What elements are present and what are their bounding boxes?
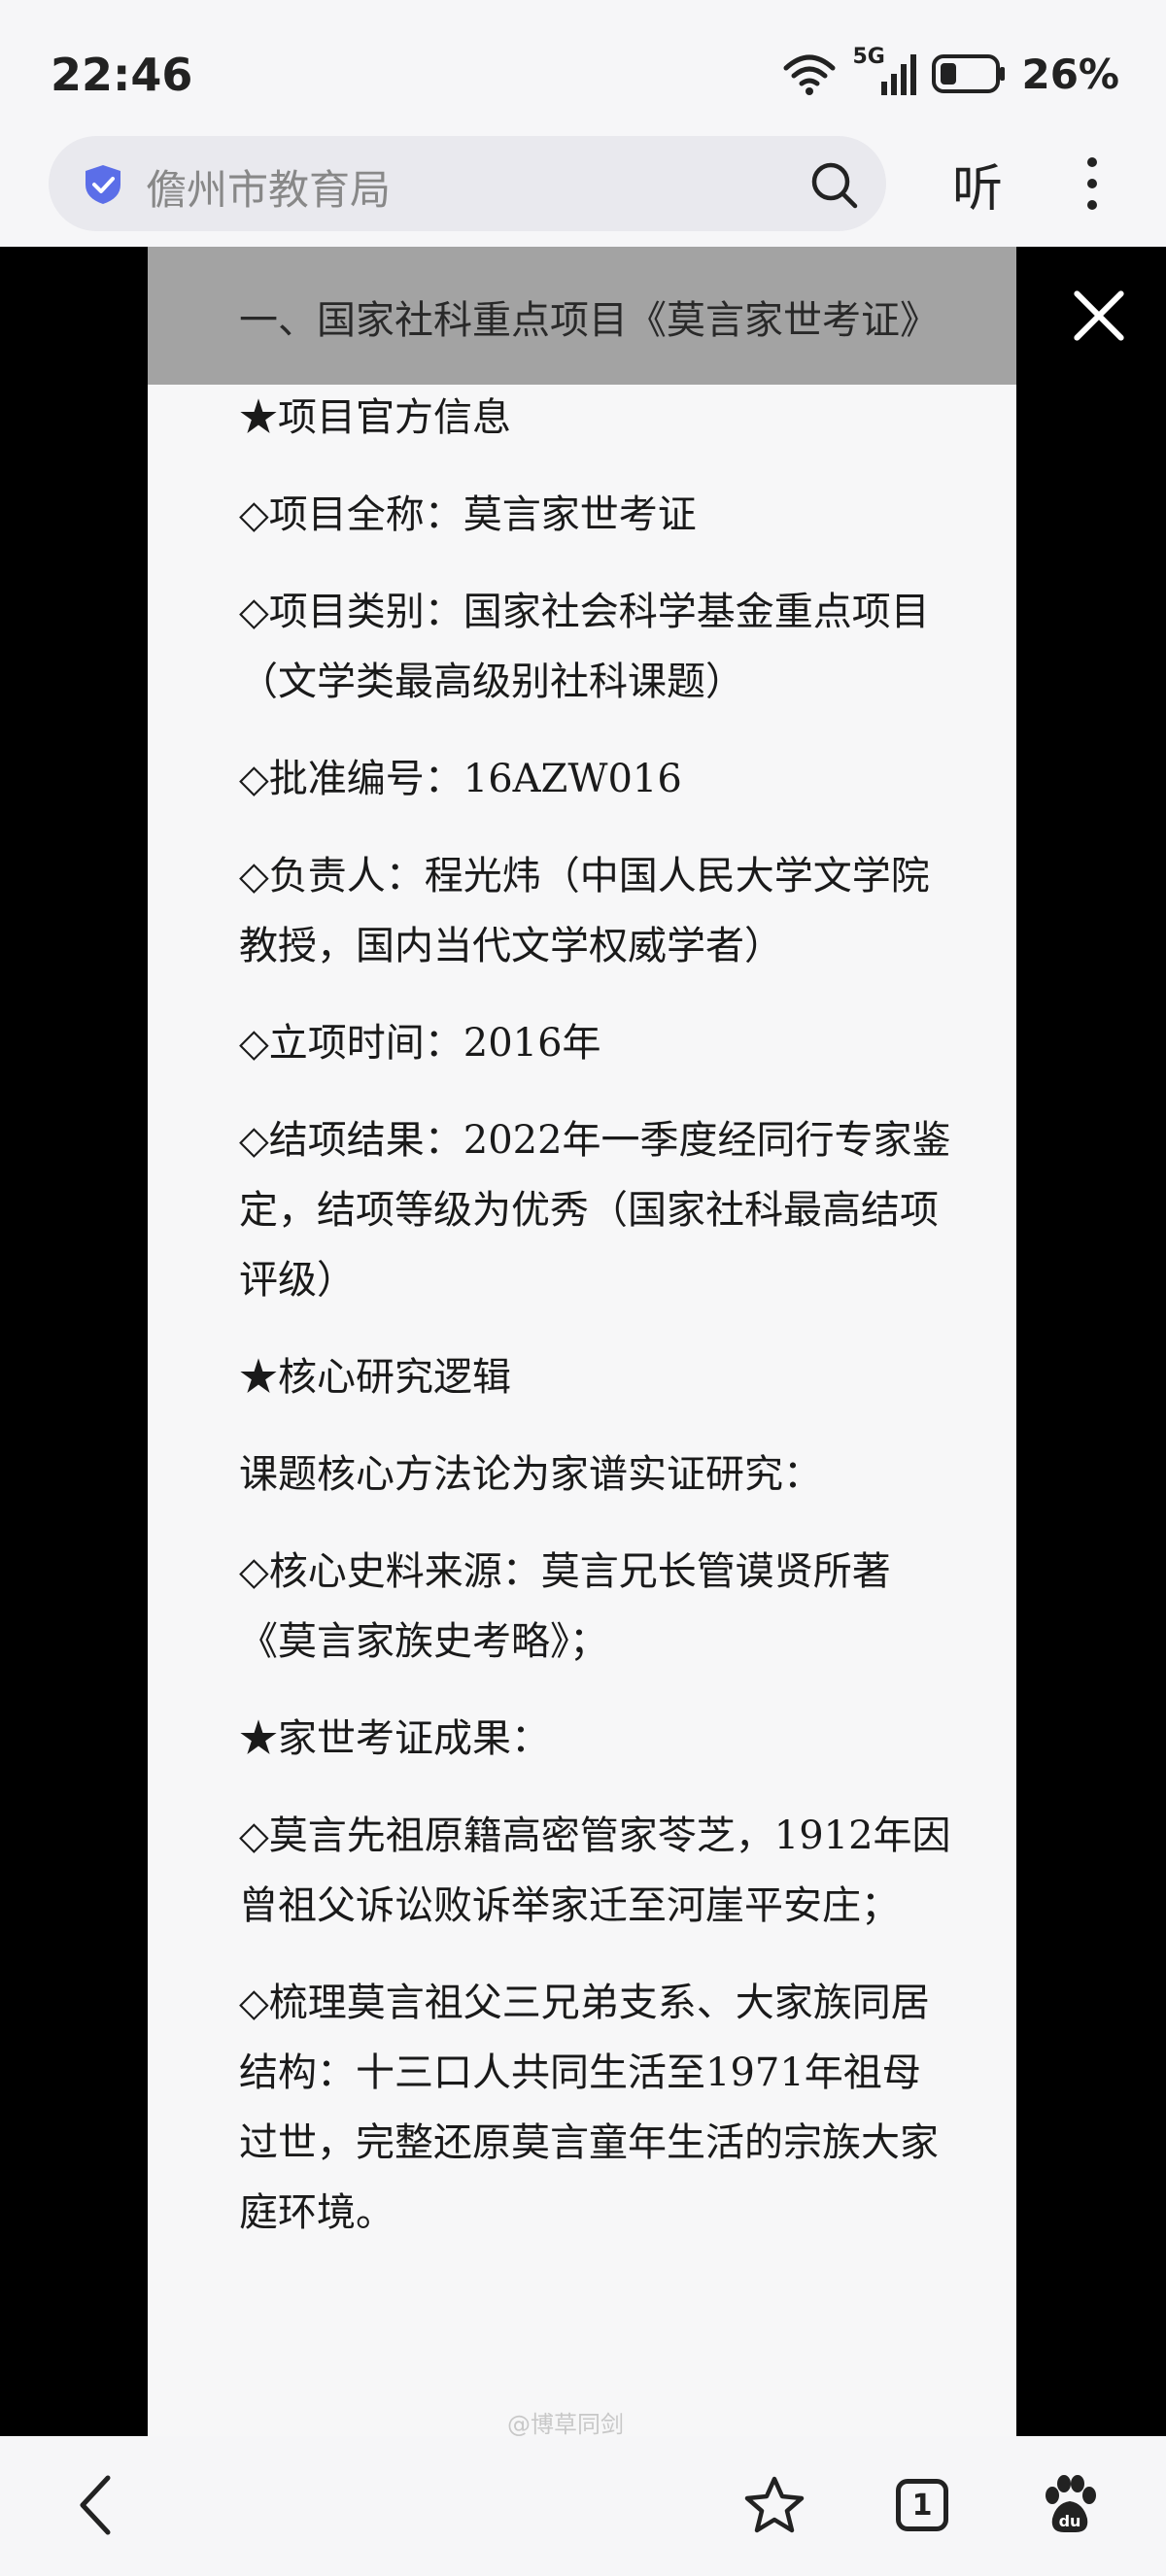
article-paragraph: ★项目官方信息 bbox=[239, 395, 511, 440]
article-paragraph: ★核心研究逻辑 bbox=[239, 1355, 511, 1400]
more-options-icon[interactable] bbox=[1080, 153, 1104, 216]
watermark: @博草同剑 bbox=[507, 2411, 624, 2436]
article-image: 一、国家社科重点项目《莫言家世考证》 ★项目官方信息 ◇项目全称：莫言家世考证 … bbox=[148, 247, 1016, 2436]
listen-button[interactable]: 听 bbox=[952, 148, 1003, 220]
article-paragraph: ◇莫言先祖原籍高密管家苓芝，1912年因曾祖父诉讼败诉举家迁至河崖平安庄； bbox=[239, 1813, 951, 1928]
status-bar: 22:46 5G 26% bbox=[0, 0, 1166, 136]
search-icon[interactable] bbox=[808, 159, 859, 210]
chevron-left-icon bbox=[80, 2475, 111, 2535]
article-paragraph: ◇立项时间：2016年 bbox=[239, 1021, 601, 1066]
address-bar[interactable]: 儋州市教育局 bbox=[49, 136, 886, 231]
back-button[interactable] bbox=[60, 2471, 128, 2539]
shield-check-icon bbox=[86, 165, 120, 204]
page-title: 儋州市教育局 bbox=[146, 166, 392, 214]
article-paragraph: ◇负责人：程光炜（中国人民大学文学院教授，国内当代文学权威学者） bbox=[239, 854, 930, 968]
article-paragraph: ◇项目全称：莫言家世考证 bbox=[239, 492, 697, 537]
tab-count: 1 bbox=[896, 2479, 948, 2531]
wifi-icon bbox=[783, 54, 836, 95]
baidu-home-button[interactable]: du bbox=[1036, 2471, 1104, 2539]
star-icon bbox=[744, 2476, 805, 2533]
viewer-top-overlay bbox=[148, 247, 1016, 385]
article-paragraph: ◇结项结果：2022年一季度经同行专家鉴定，结项等级为优秀（国家社科最高结项评级… bbox=[239, 1118, 951, 1303]
status-time: 22:46 bbox=[51, 49, 193, 101]
svg-text:du: du bbox=[1059, 2512, 1081, 2530]
tabs-button[interactable]: 1 bbox=[888, 2471, 956, 2539]
battery-icon bbox=[932, 54, 1006, 93]
battery-percent: 26% bbox=[1021, 50, 1119, 98]
article-paragraph: 课题核心方法论为家谱实证研究： bbox=[239, 1452, 822, 1497]
signal-icon: 5G bbox=[852, 45, 917, 97]
status-icons: 5G 26% bbox=[782, 45, 1119, 101]
favorite-button[interactable] bbox=[740, 2471, 808, 2539]
browser-toolbar: 儋州市教育局 听 bbox=[0, 126, 1166, 247]
article-paragraph: ★家世考证成果： bbox=[239, 1716, 550, 1761]
article-body: 一、国家社科重点项目《莫言家世考证》 ★项目官方信息 ◇项目全称：莫言家世考证 … bbox=[239, 286, 958, 2275]
close-icon[interactable] bbox=[1069, 286, 1129, 346]
article-paragraph: ◇梳理莫言祖父三兄弟支系、大家族同居结构：十三口人共同生活至1971年祖母过世，… bbox=[239, 1981, 939, 2235]
image-viewer: 一、国家社科重点项目《莫言家世考证》 ★项目官方信息 ◇项目全称：莫言家世考证 … bbox=[0, 247, 1166, 2436]
article-paragraph: ◇批准编号：16AZW016 bbox=[239, 757, 682, 801]
article-paragraph: ◇核心史料来源：莫言兄长管谟贤所著《莫言家族史考略》； bbox=[239, 1549, 891, 1664]
article-paragraph: ◇项目类别：国家社会科学基金重点项目（文学类最高级别社科课题） bbox=[239, 590, 930, 704]
baidu-paw-icon: du bbox=[1046, 2475, 1096, 2532]
bottom-navigation: 1 du bbox=[0, 2436, 1166, 2576]
